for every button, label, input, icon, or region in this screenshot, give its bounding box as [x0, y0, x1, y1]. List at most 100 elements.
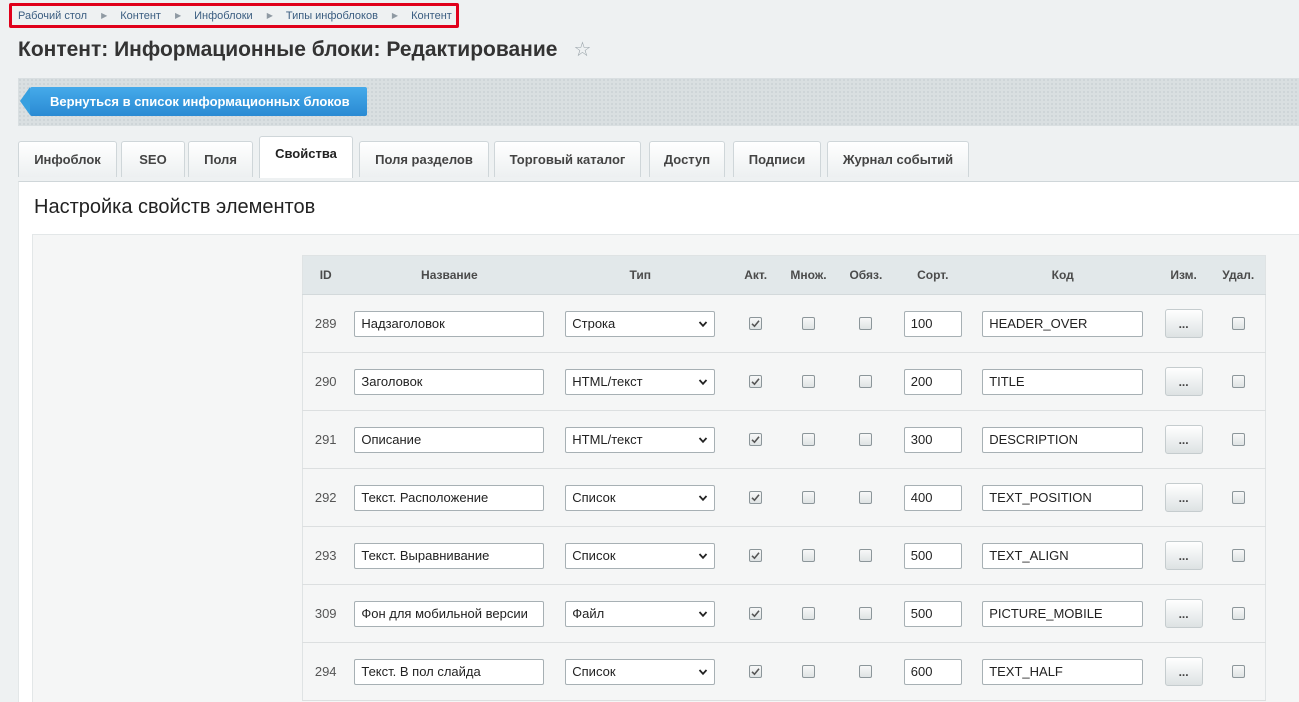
required-checkbox[interactable]	[859, 317, 873, 330]
required-checkbox[interactable]	[859, 549, 873, 562]
property-name-input[interactable]	[354, 600, 545, 627]
property-name-input[interactable]	[354, 426, 545, 453]
multiple-checkbox[interactable]	[802, 549, 815, 562]
property-type-cell: Список	[550, 468, 731, 527]
sort-input[interactable]	[903, 542, 962, 569]
edit-property-button[interactable]: ...	[1164, 309, 1203, 338]
multiple-checkbox[interactable]	[802, 317, 815, 330]
code-input[interactable]	[982, 658, 1144, 685]
property-type-select[interactable]: Список	[565, 658, 716, 685]
active-checkbox[interactable]	[749, 665, 763, 678]
property-type-cell: Строка	[550, 294, 731, 353]
code-cell	[969, 352, 1156, 411]
edit-property-button[interactable]: ...	[1164, 425, 1203, 454]
required-cell	[835, 526, 896, 585]
code-input[interactable]	[982, 600, 1144, 627]
required-checkbox[interactable]	[859, 433, 873, 446]
tab-properties[interactable]: Свойства	[259, 136, 353, 178]
breadcrumb-item-iblocks[interactable]: Инфоблоки	[194, 10, 253, 22]
edit-property-button[interactable]: ...	[1164, 599, 1203, 628]
required-checkbox[interactable]	[859, 375, 873, 388]
multiple-checkbox[interactable]	[802, 665, 815, 678]
table-row: 294 Список ...	[302, 642, 1266, 701]
required-cell	[835, 410, 896, 469]
active-checkbox[interactable]	[749, 317, 763, 330]
checkmark-icon	[751, 494, 760, 502]
code-input[interactable]	[982, 542, 1144, 569]
property-type-cell: HTML/текст	[550, 410, 731, 469]
property-name-input[interactable]	[354, 310, 545, 337]
breadcrumb-item-current[interactable]: Контент	[411, 10, 452, 22]
sort-input[interactable]	[903, 426, 962, 453]
delete-checkbox[interactable]	[1231, 549, 1245, 562]
delete-checkbox[interactable]	[1231, 665, 1245, 678]
sort-input[interactable]	[903, 368, 962, 395]
property-name-input[interactable]	[354, 658, 545, 685]
active-checkbox[interactable]	[749, 375, 763, 388]
property-name-input[interactable]	[354, 484, 545, 511]
breadcrumb-item-content[interactable]: Контент	[120, 10, 161, 22]
code-cell	[969, 642, 1156, 701]
property-type-select[interactable]: Список	[565, 484, 716, 511]
code-input[interactable]	[982, 310, 1144, 337]
sort-input[interactable]	[903, 600, 962, 627]
multiple-checkbox[interactable]	[802, 491, 815, 504]
sort-input[interactable]	[903, 310, 962, 337]
multiple-checkbox[interactable]	[802, 375, 815, 388]
property-id: 291	[302, 410, 349, 469]
tab-seo[interactable]: SEO	[121, 141, 185, 177]
multiple-cell	[781, 584, 836, 643]
tab-captions[interactable]: Подписи	[733, 141, 821, 177]
active-checkbox[interactable]	[749, 607, 763, 620]
property-type-select[interactable]: Файл	[565, 600, 716, 627]
chevron-right-icon: ▶	[391, 11, 399, 20]
property-id: 292	[302, 468, 349, 527]
property-name-cell	[348, 526, 551, 585]
edit-property-button[interactable]: ...	[1164, 483, 1203, 512]
edit-property-button[interactable]: ...	[1164, 367, 1203, 396]
col-header-active: Акт.	[730, 255, 782, 295]
sort-input[interactable]	[903, 658, 962, 685]
code-input[interactable]	[982, 484, 1144, 511]
property-type-select[interactable]: HTML/текст	[565, 426, 716, 453]
delete-checkbox[interactable]	[1231, 607, 1245, 620]
tab-access[interactable]: Доступ	[649, 141, 725, 177]
delete-checkbox[interactable]	[1231, 491, 1245, 504]
table-row: 290 HTML/текст ...	[302, 352, 1266, 411]
edit-property-button[interactable]: ...	[1164, 657, 1203, 686]
delete-checkbox[interactable]	[1231, 433, 1245, 446]
required-checkbox[interactable]	[859, 665, 873, 678]
tab-bar: Инфоблок SEO Поля Свойства Поля разделов…	[18, 136, 1299, 182]
checkmark-icon	[751, 552, 760, 560]
delete-checkbox[interactable]	[1231, 375, 1245, 388]
property-name-input[interactable]	[354, 368, 545, 395]
edit-property-button[interactable]: ...	[1164, 541, 1203, 570]
code-input[interactable]	[982, 368, 1144, 395]
tab-trade-catalog[interactable]: Торговый каталог	[494, 141, 641, 177]
star-icon[interactable]: ☆	[573, 37, 591, 62]
tab-iblock[interactable]: Инфоблок	[18, 141, 117, 177]
tab-event-log[interactable]: Журнал событий	[827, 141, 969, 177]
delete-checkbox[interactable]	[1231, 317, 1245, 330]
active-checkbox[interactable]	[749, 491, 763, 504]
active-checkbox[interactable]	[749, 433, 763, 446]
active-checkbox[interactable]	[749, 549, 763, 562]
chevron-down-icon	[699, 378, 708, 385]
property-type-select[interactable]: HTML/текст	[565, 368, 716, 395]
sort-input[interactable]	[903, 484, 962, 511]
delete-cell	[1211, 584, 1266, 643]
property-type-value: Список	[572, 664, 616, 679]
property-type-select[interactable]: Список	[565, 542, 716, 569]
multiple-checkbox[interactable]	[802, 607, 815, 620]
tab-section-fields[interactable]: Поля разделов	[359, 141, 489, 177]
back-to-list-button[interactable]: Вернуться в список информационных блоков	[20, 87, 367, 116]
breadcrumb-item-iblock-types[interactable]: Типы инфоблоков	[286, 10, 378, 22]
required-checkbox[interactable]	[859, 491, 873, 504]
tab-fields[interactable]: Поля	[188, 141, 253, 177]
code-input[interactable]	[982, 426, 1144, 453]
required-checkbox[interactable]	[859, 607, 873, 620]
multiple-checkbox[interactable]	[802, 433, 815, 446]
property-type-select[interactable]: Строка	[565, 310, 716, 337]
breadcrumb-item-desktop[interactable]: Рабочий стол	[18, 10, 87, 22]
property-name-input[interactable]	[354, 542, 545, 569]
